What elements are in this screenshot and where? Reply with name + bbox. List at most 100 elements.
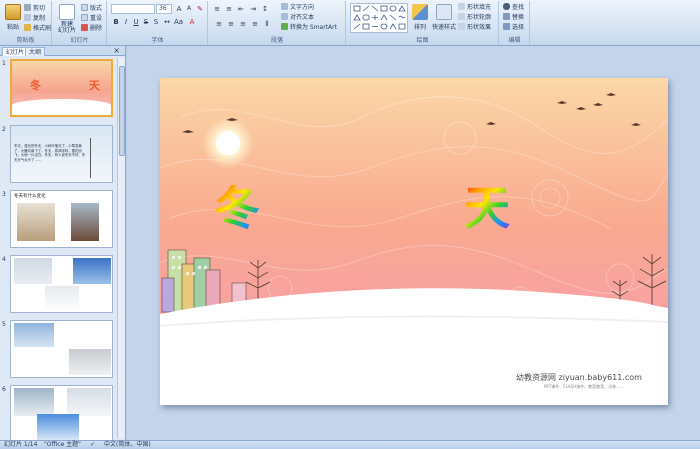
shrink-font-icon[interactable]: A: [185, 5, 193, 13]
text-direction-button[interactable]: 文字方向: [281, 2, 315, 11]
font-color-icon[interactable]: A: [188, 18, 196, 26]
thumb-photo: [14, 258, 52, 284]
watermark-subtitle: PPT课件、FLASH课件、教案教案、试卷……: [544, 384, 625, 389]
group-font: 36 A A ✎ B I U S S ↔ Aa A 字体: [108, 1, 208, 45]
tab-outline[interactable]: 大纲: [25, 47, 46, 56]
slide-counter: 幻灯片 1/14: [4, 441, 38, 448]
group-clipboard: 粘贴 剪切 复制 格式刷 剪贴板: [0, 1, 52, 45]
delete-icon: [81, 23, 88, 31]
slide-thumbnail-3[interactable]: 冬天有什么变化: [10, 190, 113, 248]
columns-icon[interactable]: ⫴: [263, 20, 271, 28]
replace-button[interactable]: 替换: [503, 12, 524, 21]
italic-icon[interactable]: I: [122, 18, 130, 26]
slide-thumbnail-2[interactable]: 冬天，漫长的冬天，小树叶落光了，小草变黄了，大雁向南飞了。冬天，寒风呼呼，雪花纷…: [10, 125, 113, 183]
shapes-gallery[interactable]: [350, 3, 408, 33]
format-painter-button[interactable]: 格式刷: [24, 23, 52, 32]
shape-effects-label: 形状效果: [467, 23, 492, 31]
quick-styles-button[interactable]: 快速样式: [431, 4, 457, 31]
delete-slide-button[interactable]: 删除: [81, 23, 103, 32]
theme-name: "Office 主题": [44, 441, 81, 448]
slide-thumbnail-5[interactable]: [10, 320, 113, 378]
thumb-photo: [67, 388, 111, 416]
copy-button[interactable]: 复制: [24, 13, 46, 22]
thumb-photo: [71, 203, 99, 241]
align-text-button[interactable]: 对齐文本: [281, 12, 315, 21]
case-icon[interactable]: Aa: [174, 18, 183, 26]
editing-group-label: 编辑: [508, 37, 521, 44]
numbering-icon[interactable]: ≡: [225, 5, 233, 13]
spacing-icon[interactable]: ↔: [163, 18, 171, 26]
font-group-label: 字体: [151, 37, 164, 44]
thumb-photo: [45, 286, 79, 312]
find-label: 查找: [512, 3, 525, 11]
fill-icon: [458, 2, 465, 10]
select-label: 选择: [512, 23, 525, 31]
align-right-icon[interactable]: ≡: [239, 20, 247, 28]
thumb-photo: [37, 414, 79, 442]
layout-icon: [81, 3, 88, 11]
shape-fill-label: 形状填充: [467, 3, 492, 11]
watermark: 幼教资源网 ziyuan.baby611.com: [516, 373, 642, 382]
strikethrough-icon[interactable]: S: [142, 18, 150, 26]
group-slides: 新建 幻灯片 版式 重设 删除 幻灯片: [53, 1, 107, 45]
scrollbar-thumb[interactable]: [119, 66, 125, 156]
new-slide-label: 新建 幻灯片: [57, 21, 76, 34]
line-spacing-icon[interactable]: ↕: [261, 5, 269, 13]
painter-label: 格式刷: [33, 24, 52, 32]
slide-thumbnail-1[interactable]: 冬 天: [10, 59, 113, 117]
bold-icon[interactable]: B: [112, 18, 120, 26]
close-icon[interactable]: ×: [113, 46, 120, 56]
thumb-title: 冬 天: [30, 79, 113, 92]
slide-number: 1: [2, 60, 6, 67]
copy-label: 复制: [33, 14, 46, 22]
layout-button[interactable]: 版式: [81, 3, 102, 12]
panel-scrollbar[interactable]: [117, 58, 125, 438]
shape-fill-button[interactable]: 形状填充: [458, 2, 492, 11]
increase-indent-icon[interactable]: ⇥: [249, 5, 257, 13]
justify-icon[interactable]: ≡: [251, 20, 259, 28]
smartart-button[interactable]: 转换为 SmartArt: [281, 22, 337, 31]
paragraph-group-label: 段落: [270, 37, 283, 44]
grow-font-icon[interactable]: A: [175, 5, 183, 13]
reset-button[interactable]: 重设: [81, 13, 102, 22]
find-button[interactable]: 查找: [503, 2, 525, 11]
shape-effects-button[interactable]: 形状效果: [458, 22, 492, 31]
binoculars-icon: [503, 2, 510, 10]
delete-label: 删除: [90, 24, 103, 32]
align-center-icon[interactable]: ≡: [227, 20, 235, 28]
align-text-label: 对齐文本: [290, 13, 315, 21]
new-slide-button[interactable]: 新建 幻灯片: [55, 4, 79, 34]
font-size-select[interactable]: 36: [156, 4, 172, 14]
cut-button[interactable]: 剪切: [24, 3, 45, 12]
brush-icon: [24, 23, 31, 31]
status-bar: 幻灯片 1/14 "Office 主题" ✓ 中文(简体，中国): [0, 440, 700, 449]
font-name-select[interactable]: [111, 4, 155, 14]
group-drawing: 排列 快速样式 形状填充 形状轮廓 形状效果 绘图: [347, 1, 499, 45]
text-direction-label: 文字方向: [290, 3, 315, 11]
decrease-indent-icon[interactable]: ⇤: [237, 5, 245, 13]
drawing-group-label: 绘图: [416, 37, 429, 44]
underline-icon[interactable]: U: [132, 18, 140, 26]
align-left-icon[interactable]: ≡: [215, 20, 223, 28]
slide-thumbnail-4[interactable]: [10, 255, 113, 313]
text-direction-icon: [281, 2, 288, 10]
select-button[interactable]: 选择: [503, 22, 525, 31]
thumb-photo: [17, 203, 55, 241]
slide-title-left[interactable]: 冬: [214, 185, 260, 231]
arrange-icon: [412, 4, 428, 20]
bullets-icon[interactable]: ≡: [213, 5, 221, 13]
smartart-label: 转换为 SmartArt: [290, 23, 337, 31]
arrange-button[interactable]: 排列: [409, 4, 431, 31]
slide-number: 5: [2, 321, 6, 328]
slide-thumbnail-6[interactable]: [10, 385, 113, 443]
thumb-photo: [69, 349, 111, 375]
shape-outline-button[interactable]: 形状轮廓: [458, 12, 491, 21]
paste-button[interactable]: 粘贴: [2, 4, 24, 31]
thumb-tree: [90, 138, 108, 178]
slide-title-right[interactable]: 天: [464, 185, 510, 231]
outline-icon: [458, 12, 465, 20]
clear-format-icon[interactable]: ✎: [196, 5, 204, 13]
slide-1[interactable]: 冬 天 幼教资源网 ziyuan.baby611.com PPT课件、FLASH…: [160, 78, 668, 405]
shadow-icon[interactable]: S: [152, 18, 160, 26]
spellcheck-icon[interactable]: ✓: [90, 441, 95, 449]
